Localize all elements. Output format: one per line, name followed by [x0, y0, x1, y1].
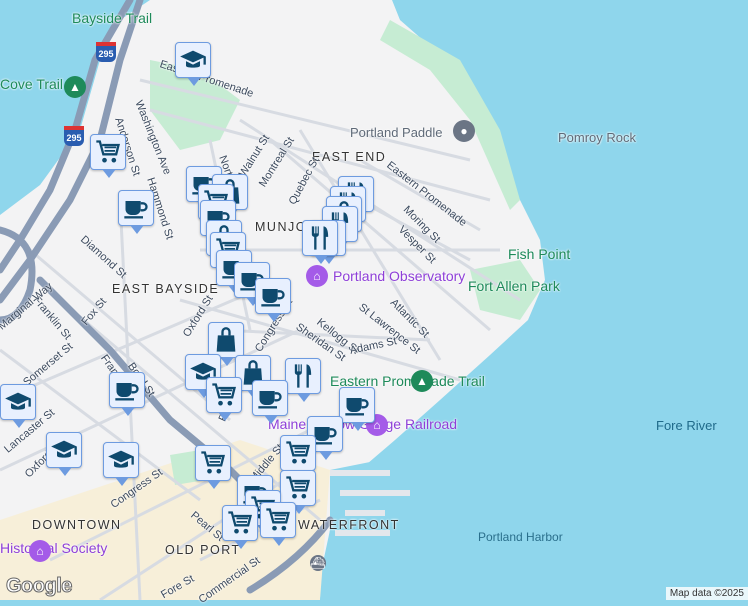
place-marker-cart[interactable]: [280, 470, 316, 514]
place-marker-cup[interactable]: [255, 278, 291, 322]
paddle-pin-icon[interactable]: ●: [453, 120, 475, 142]
place-marker-cup[interactable]: [339, 387, 375, 431]
place-marker-school[interactable]: [175, 42, 211, 86]
place-marker-restaurant[interactable]: [285, 358, 321, 402]
map-label-downtown: DOWNTOWN: [32, 518, 122, 532]
place-marker-cart[interactable]: [195, 445, 231, 489]
place-marker-cart[interactable]: [280, 435, 316, 479]
google-logo: Google: [6, 575, 73, 598]
cart-icon: [96, 140, 120, 163]
cart-icon: [228, 511, 252, 534]
school-icon: [108, 450, 134, 468]
cup-icon: [124, 201, 148, 219]
map-label-portland-paddle[interactable]: Portland Paddle: [350, 125, 443, 140]
school-icon: [5, 392, 31, 410]
restaurant-icon: [294, 364, 312, 388]
restaurant-icon: [311, 226, 329, 250]
map-label-fish-point[interactable]: Fish Point: [508, 246, 570, 262]
place-marker-school[interactable]: [46, 432, 82, 476]
map-attribution[interactable]: Map data ©2025: [665, 587, 748, 600]
map-label-fort-allen-park[interactable]: Fort Allen Park: [468, 278, 560, 294]
museum-pin-icon[interactable]: ⌂: [29, 540, 51, 562]
place-marker-school[interactable]: [103, 442, 139, 486]
map-label-east-end: EAST END: [312, 150, 387, 164]
cup-icon: [258, 391, 282, 409]
map-canvas[interactable]: [0, 0, 748, 600]
map-label-fore-river: Fore River: [656, 418, 717, 433]
place-marker-cart[interactable]: [206, 377, 242, 421]
place-marker-restaurant[interactable]: [302, 220, 338, 264]
cup-icon: [115, 383, 139, 401]
cart-icon: [286, 441, 310, 464]
place-marker-cup[interactable]: [118, 190, 154, 234]
place-marker-cart[interactable]: [222, 505, 258, 549]
map-label-portland-observatory[interactable]: Portland Observatory: [333, 268, 465, 284]
interstate-shield-icon: 295: [96, 42, 116, 62]
place-marker-cup[interactable]: [252, 380, 288, 424]
trail-pin-icon[interactable]: ▲: [411, 370, 433, 392]
cart-icon: [212, 383, 236, 406]
museum-pin-icon[interactable]: ⌂: [306, 265, 328, 287]
cup-icon: [261, 289, 285, 307]
map-label-waterfront: WATERFRONT: [298, 518, 400, 532]
map-label-historical-society[interactable]: Historical Society: [0, 540, 107, 556]
place-marker-cup[interactable]: [109, 372, 145, 416]
map-label-old-port: OLD PORT: [165, 543, 241, 557]
trail-pin-icon[interactable]: ▲: [64, 76, 86, 98]
school-icon: [180, 50, 206, 68]
map-label-east-bayside: EAST BAYSIDE: [112, 282, 220, 296]
map-label-bayside-trail[interactable]: Bayside Trail: [72, 10, 152, 26]
place-marker-bag[interactable]: [208, 322, 244, 366]
map-label-cove-trail[interactable]: Cove Trail: [0, 76, 63, 92]
school-icon: [51, 440, 77, 458]
map-label-pomroy-rock[interactable]: Pomroy Rock: [558, 130, 636, 145]
place-marker-cart[interactable]: [260, 502, 296, 546]
cart-icon: [201, 451, 225, 474]
map-label-portland-harbor: Portland Harbor: [478, 530, 563, 544]
cart-icon: [286, 476, 310, 499]
cup-icon: [345, 398, 369, 416]
cart-icon: [266, 508, 290, 531]
place-marker-cart[interactable]: [90, 134, 126, 178]
ferry-pin-icon[interactable]: ⛴: [310, 555, 326, 571]
place-marker-school[interactable]: [0, 384, 36, 428]
bag-icon: [216, 327, 236, 352]
interstate-shield-icon: 295: [64, 126, 84, 146]
